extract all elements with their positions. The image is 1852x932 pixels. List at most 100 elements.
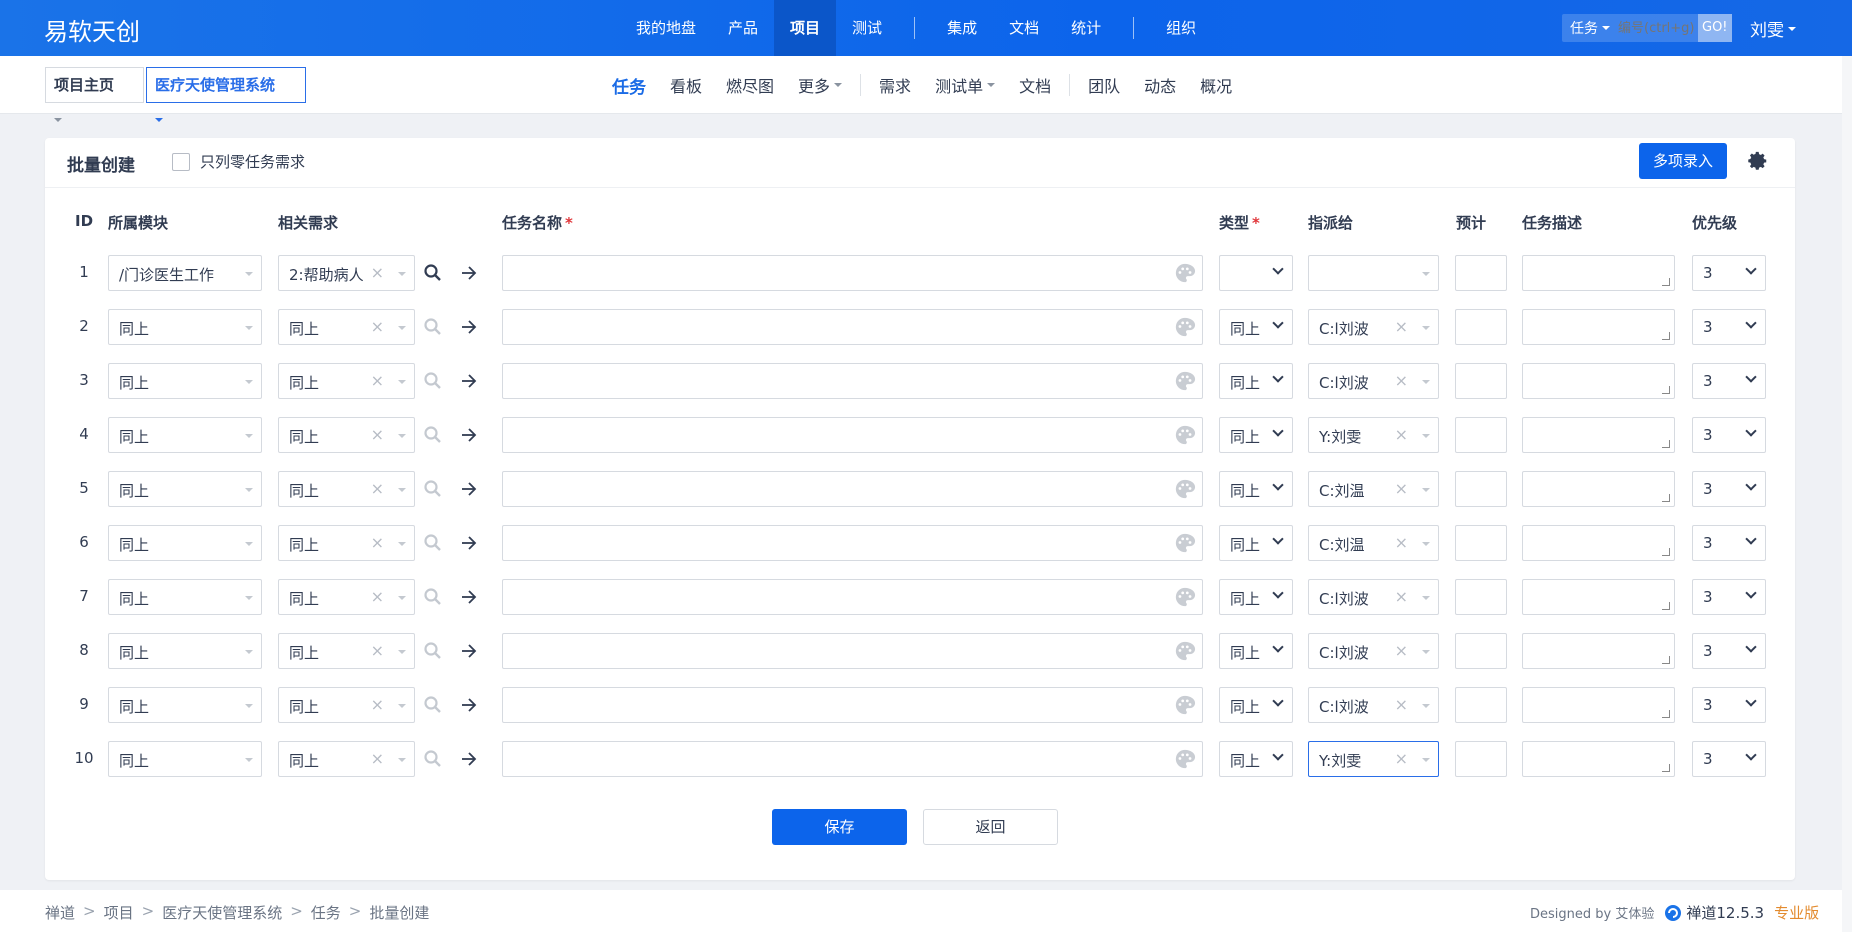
- priority-select[interactable]: 3: [1692, 741, 1766, 777]
- task-name-input[interactable]: [502, 687, 1203, 723]
- type-select[interactable]: 同上: [1219, 309, 1293, 345]
- story-select[interactable]: 同上 ×: [278, 687, 415, 723]
- breadcrumb-item[interactable]: 禅道: [45, 902, 75, 923]
- nav-item-project[interactable]: 项目: [774, 0, 837, 56]
- assign-select[interactable]: C:l刘波 ×: [1308, 579, 1439, 615]
- resize-handle-icon[interactable]: [1662, 386, 1670, 394]
- story-select[interactable]: 2:帮助病人 ×: [278, 255, 415, 291]
- clear-icon[interactable]: ×: [1395, 317, 1408, 336]
- clear-icon[interactable]: ×: [1395, 371, 1408, 390]
- resize-handle-icon[interactable]: [1662, 764, 1670, 772]
- story-select[interactable]: 同上 ×: [278, 579, 415, 615]
- arrow-right-icon[interactable]: [459, 641, 479, 661]
- edition-badge[interactable]: 专业版: [1774, 902, 1819, 923]
- checkbox[interactable]: [172, 152, 190, 171]
- resize-handle-icon[interactable]: [1662, 656, 1670, 664]
- assign-select[interactable]: C:l刘波 ×: [1308, 309, 1439, 345]
- type-select[interactable]: 同上: [1219, 633, 1293, 669]
- task-name-input[interactable]: [502, 309, 1203, 345]
- clear-icon[interactable]: ×: [1395, 425, 1408, 444]
- priority-select[interactable]: 3: [1692, 363, 1766, 399]
- arrow-right-icon[interactable]: [459, 533, 479, 553]
- palette-icon[interactable]: [1174, 694, 1196, 716]
- arrow-right-icon[interactable]: [459, 587, 479, 607]
- clear-icon[interactable]: ×: [371, 479, 384, 498]
- estimate-input[interactable]: [1455, 579, 1507, 615]
- assign-select[interactable]: C:l刘波 ×: [1308, 363, 1439, 399]
- clear-icon[interactable]: ×: [1395, 641, 1408, 660]
- clear-icon[interactable]: ×: [371, 533, 384, 552]
- priority-select[interactable]: 3: [1692, 579, 1766, 615]
- arrow-right-icon[interactable]: [459, 425, 479, 445]
- search-icon[interactable]: [423, 371, 443, 391]
- save-button[interactable]: 保存: [772, 809, 907, 845]
- palette-icon[interactable]: [1174, 262, 1196, 284]
- search-icon[interactable]: [423, 749, 443, 769]
- estimate-input[interactable]: [1455, 363, 1507, 399]
- nav-item-qa[interactable]: 测试: [836, 0, 898, 56]
- breadcrumb-item[interactable]: 项目: [104, 902, 134, 923]
- palette-icon[interactable]: [1174, 586, 1196, 608]
- priority-select[interactable]: 3: [1692, 255, 1766, 291]
- palette-icon[interactable]: [1174, 478, 1196, 500]
- module-select[interactable]: 同上: [108, 741, 262, 777]
- assign-select[interactable]: [1308, 255, 1439, 291]
- estimate-input[interactable]: [1455, 687, 1507, 723]
- assign-select[interactable]: C:l刘波 ×: [1308, 633, 1439, 669]
- clear-icon[interactable]: ×: [371, 371, 384, 390]
- arrow-right-icon[interactable]: [459, 371, 479, 391]
- assign-select[interactable]: Y:刘雯 ×: [1308, 741, 1439, 777]
- module-select[interactable]: /门诊医生工作: [108, 255, 262, 291]
- description-textarea[interactable]: [1522, 363, 1675, 399]
- user-menu[interactable]: 刘雯: [1750, 16, 1796, 41]
- module-select[interactable]: 同上: [108, 417, 262, 453]
- search-icon[interactable]: [423, 317, 443, 337]
- module-select[interactable]: 同上: [108, 471, 262, 507]
- task-name-input[interactable]: [502, 417, 1203, 453]
- nav-item-my[interactable]: 我的地盘: [620, 0, 712, 56]
- story-select[interactable]: 同上 ×: [278, 417, 415, 453]
- search-icon[interactable]: [423, 263, 443, 283]
- scrollbar[interactable]: [1842, 56, 1852, 932]
- search-input[interactable]: [1618, 14, 1698, 42]
- clear-icon[interactable]: ×: [371, 641, 384, 660]
- version-info[interactable]: 禅道12.5.3: [1664, 902, 1764, 923]
- task-name-input[interactable]: [502, 471, 1203, 507]
- search-icon[interactable]: [423, 695, 443, 715]
- tab-team[interactable]: 团队: [1076, 73, 1132, 97]
- search-icon[interactable]: [423, 641, 443, 661]
- clear-icon[interactable]: ×: [1395, 695, 1408, 714]
- assign-select[interactable]: C:刘温 ×: [1308, 525, 1439, 561]
- task-name-input[interactable]: [502, 255, 1203, 291]
- arrow-right-icon[interactable]: [459, 263, 479, 283]
- description-textarea[interactable]: [1522, 525, 1675, 561]
- assign-select[interactable]: C:l刘波 ×: [1308, 687, 1439, 723]
- multi-input-button[interactable]: 多项录入: [1639, 143, 1727, 179]
- type-select[interactable]: [1219, 255, 1293, 291]
- resize-handle-icon[interactable]: [1662, 602, 1670, 610]
- story-select[interactable]: 同上 ×: [278, 309, 415, 345]
- nav-item-ci[interactable]: 集成: [931, 0, 993, 56]
- project-switcher[interactable]: 医疗天使管理系统: [146, 67, 306, 122]
- priority-select[interactable]: 3: [1692, 687, 1766, 723]
- tab-burndown[interactable]: 燃尽图: [714, 73, 786, 97]
- resize-handle-icon[interactable]: [1662, 440, 1670, 448]
- tab-dynamic[interactable]: 动态: [1132, 73, 1188, 97]
- description-textarea[interactable]: [1522, 579, 1675, 615]
- zero-task-story-filter[interactable]: 只列零任务需求: [172, 151, 305, 172]
- story-select[interactable]: 同上 ×: [278, 633, 415, 669]
- tab-story[interactable]: 需求: [867, 73, 923, 97]
- task-name-input[interactable]: [502, 741, 1203, 777]
- clear-icon[interactable]: ×: [1395, 533, 1408, 552]
- task-name-input[interactable]: [502, 525, 1203, 561]
- breadcrumb-item[interactable]: 任务: [311, 902, 341, 923]
- story-select[interactable]: 同上 ×: [278, 741, 415, 777]
- arrow-right-icon[interactable]: [459, 695, 479, 715]
- palette-icon[interactable]: [1174, 640, 1196, 662]
- palette-icon[interactable]: [1174, 370, 1196, 392]
- palette-icon[interactable]: [1174, 532, 1196, 554]
- task-name-input[interactable]: [502, 633, 1203, 669]
- priority-select[interactable]: 3: [1692, 633, 1766, 669]
- type-select[interactable]: 同上: [1219, 417, 1293, 453]
- module-select[interactable]: 同上: [108, 309, 262, 345]
